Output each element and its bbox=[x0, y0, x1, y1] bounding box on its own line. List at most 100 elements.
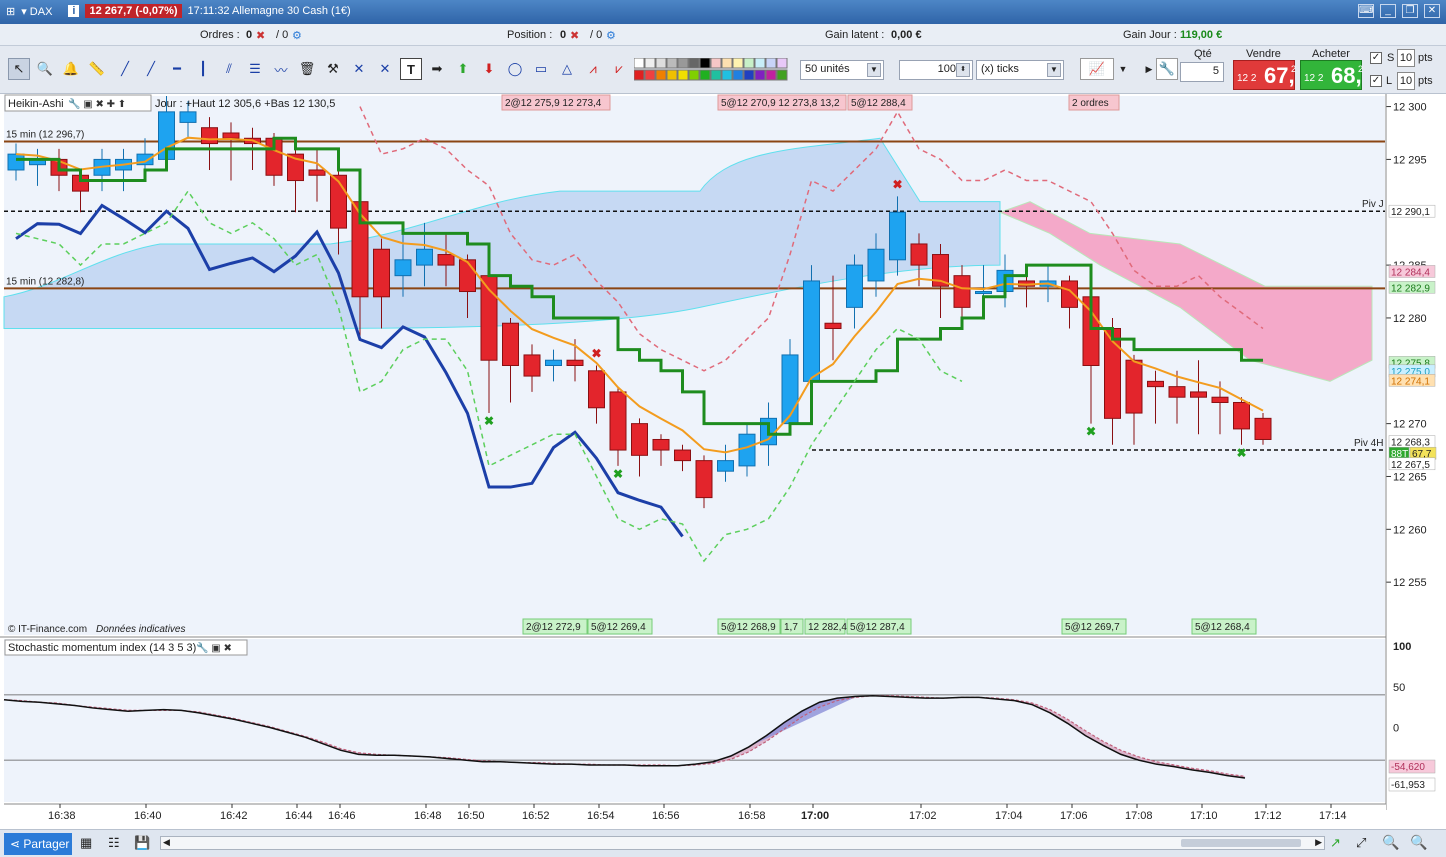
arrow-right-icon[interactable]: ➡ bbox=[426, 58, 448, 80]
chevron-down-icon: ▼ bbox=[867, 63, 881, 77]
ticks-unit-select[interactable]: (x) ticks ▼ bbox=[976, 60, 1064, 80]
bottom-order-label: 1,7 bbox=[784, 622, 798, 633]
ruler-tool-icon[interactable]: 📏 bbox=[86, 58, 108, 80]
quote-badge: 12 267,7 (-0,07%) bbox=[85, 4, 182, 18]
qty-label: Qté bbox=[1194, 48, 1212, 60]
position-settings-icon[interactable]: ⚙ bbox=[606, 29, 616, 42]
line-segment-icon[interactable]: ╱ bbox=[114, 58, 136, 80]
buy-button[interactable]: 12 2 68, 2 bbox=[1300, 60, 1363, 90]
copyright-text: © IT-Finance.com bbox=[8, 624, 87, 635]
candle-body bbox=[674, 449, 691, 462]
position-close-icon[interactable]: ✖ bbox=[570, 29, 579, 42]
trend-line-icon[interactable]: ╱ bbox=[140, 58, 162, 80]
save-icon[interactable]: 💾 bbox=[134, 835, 150, 851]
trash-icon[interactable]: 🗑 bbox=[296, 58, 318, 80]
shape-triangle-icon[interactable]: △ bbox=[556, 58, 578, 80]
sell-label: Vendre bbox=[1246, 48, 1281, 60]
list-icon[interactable]: ☷ bbox=[108, 835, 120, 851]
x-tick-label: 16:56 bbox=[652, 810, 680, 822]
alert-bell-icon[interactable]: 🔔 bbox=[60, 58, 82, 80]
position-label: Position : bbox=[507, 29, 553, 41]
stop-checkbox[interactable]: ✓ bbox=[1370, 52, 1382, 64]
scroll-left-icon[interactable]: ◀ bbox=[163, 837, 170, 848]
horizontal-line-icon[interactable]: ━ bbox=[166, 58, 188, 80]
orders-settings-icon[interactable]: ⚙ bbox=[292, 29, 302, 42]
y-tick-label: 12 265 bbox=[1393, 471, 1427, 483]
top-order-label: 5@12 270,9 12 273,8 13,2 bbox=[721, 98, 840, 109]
chevron-down-icon[interactable]: ▼ bbox=[1116, 58, 1130, 80]
qty-input[interactable]: 5 bbox=[1180, 62, 1224, 82]
tools-icon[interactable]: ⚒ bbox=[322, 58, 344, 80]
sell-button[interactable]: 12 2 67, 2 bbox=[1233, 60, 1297, 90]
close-button[interactable]: ✕ bbox=[1424, 4, 1440, 18]
share-button[interactable]: ⋖ Partager bbox=[4, 833, 72, 855]
buy-label: Acheter bbox=[1312, 48, 1350, 60]
zoom-tool-icon[interactable]: 🔍 bbox=[34, 58, 56, 80]
cross-lines-alt-icon[interactable]: ✕ bbox=[374, 58, 396, 80]
shape-rectangle-icon[interactable]: ▭ bbox=[530, 58, 552, 80]
bottom-order-label: 5@12 269,4 bbox=[591, 622, 646, 633]
fibonacci-tool-icon[interactable]: ☰ bbox=[244, 58, 266, 80]
indicator-controls-icon: 🔧 ▣ ✖ ✚ ⬆ bbox=[68, 97, 126, 110]
pattern-alt-tool-icon[interactable]: ⩗ bbox=[608, 58, 630, 80]
collapse-arrow-icon[interactable]: ▶ bbox=[1143, 58, 1155, 80]
app-menu-icon[interactable]: ⊞ bbox=[6, 5, 15, 18]
scroll-right-icon[interactable]: ▶ bbox=[1315, 837, 1322, 848]
horizontal-scrollbar[interactable]: ◀ ▶ bbox=[160, 836, 1325, 850]
instrument-selector[interactable]: ▾ DAX bbox=[21, 5, 52, 18]
candle-body bbox=[953, 275, 971, 308]
buy-arrow-icon[interactable]: ⬆ bbox=[452, 58, 474, 80]
x-tick-label: 16:50 bbox=[457, 810, 485, 822]
keyboard-icon[interactable]: ⌨ bbox=[1358, 4, 1374, 18]
limit-checkbox[interactable]: ✓ bbox=[1370, 75, 1382, 87]
indicator-label: Heikin-Ashi bbox=[8, 98, 64, 110]
candle-body bbox=[717, 460, 734, 472]
sell-price-decimal: 2 bbox=[1291, 64, 1297, 74]
pattern-tool-icon[interactable]: ⩘ bbox=[582, 58, 604, 80]
x-tick-label: 17:08 bbox=[1125, 810, 1153, 822]
x-tick-label: 16:40 bbox=[134, 810, 162, 822]
auto-scroll-icon[interactable]: ↗ bbox=[1330, 835, 1341, 851]
fit-zoom-icon[interactable]: ⤢ bbox=[1356, 835, 1366, 851]
share-label: Partager bbox=[23, 837, 70, 851]
minimize-button[interactable]: _ bbox=[1380, 4, 1396, 18]
candle-body bbox=[7, 153, 25, 171]
price-tag-label: 12 268,3 bbox=[1391, 438, 1430, 449]
chart-area[interactable]: ✖✖✖✖✖✖12 30012 29512 28512 28012 27012 2… bbox=[0, 94, 1446, 857]
shape-ellipse-icon[interactable]: ◯ bbox=[504, 58, 526, 80]
color-palette[interactable] bbox=[634, 58, 790, 82]
wave-tool-icon[interactable]: 〰 bbox=[270, 58, 292, 80]
pointer-tool-icon[interactable]: ↖ bbox=[8, 58, 30, 80]
day-gain-label: Gain Jour : bbox=[1123, 29, 1177, 41]
zoom-out-icon[interactable]: 🔍 bbox=[1382, 834, 1399, 851]
candle-body bbox=[910, 243, 928, 266]
zoom-in-icon[interactable]: 🔍 bbox=[1410, 834, 1427, 851]
layout-icon[interactable]: ▦ bbox=[80, 835, 92, 851]
vertical-line-icon[interactable]: ┃ bbox=[192, 58, 214, 80]
cross-lines-icon[interactable]: ✕ bbox=[348, 58, 370, 80]
candle-body bbox=[523, 354, 541, 377]
restore-button[interactable]: ❐ bbox=[1402, 4, 1418, 18]
channel-tool-icon[interactable]: ⫽ bbox=[218, 58, 240, 80]
limit-points-input[interactable]: 10 bbox=[1397, 72, 1415, 90]
x-axis-background bbox=[0, 804, 1386, 829]
sell-arrow-icon[interactable]: ⬇ bbox=[478, 58, 500, 80]
orders-cancel-icon[interactable]: ✖ bbox=[256, 29, 265, 42]
wrench-icon[interactable]: 🔧 bbox=[1156, 58, 1178, 80]
stop-points-input[interactable]: 10 bbox=[1397, 49, 1415, 67]
text-tool-icon[interactable]: T bbox=[400, 58, 422, 80]
trade-marker-icon: ✖ bbox=[893, 177, 903, 191]
info-icon[interactable]: i bbox=[68, 5, 80, 17]
scroll-thumb[interactable] bbox=[1181, 839, 1301, 847]
units-select[interactable]: 50 unités ▼ bbox=[800, 60, 884, 80]
indicator-menu-icon[interactable]: 📈 bbox=[1080, 58, 1114, 80]
ticks-input[interactable]: 100 ⬍ bbox=[899, 60, 973, 80]
candle-body bbox=[781, 354, 799, 425]
candle-body bbox=[1233, 401, 1250, 430]
x-tick-label: 17:10 bbox=[1190, 810, 1218, 822]
top-order-label: 5@12 288,4 bbox=[851, 98, 906, 109]
bottom-order-label: 12 282,4 bbox=[808, 622, 847, 633]
spinner-icon[interactable]: ⬍ bbox=[956, 63, 970, 77]
chevron-down-icon: ▼ bbox=[1047, 63, 1061, 77]
candle-body bbox=[738, 433, 756, 467]
